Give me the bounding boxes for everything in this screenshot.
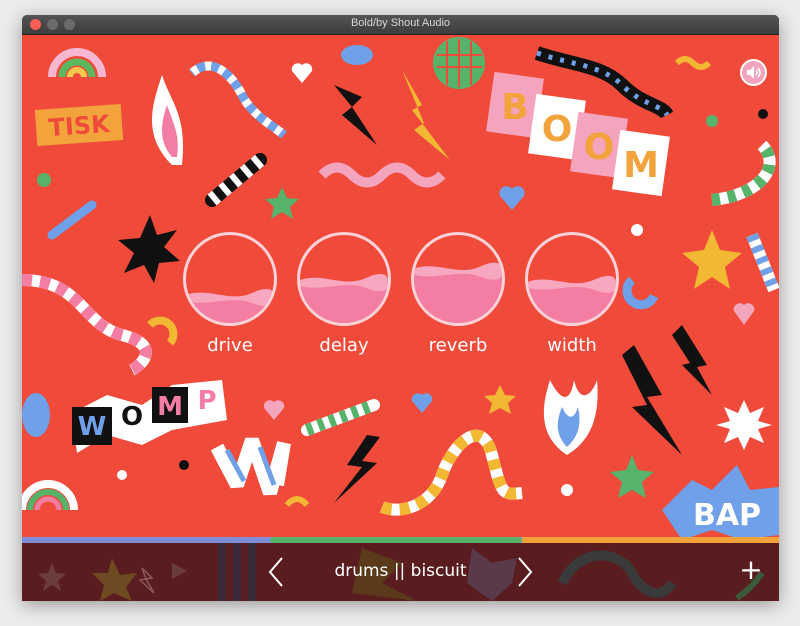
boom-letter: B <box>501 87 528 128</box>
star-sticker <box>610 455 654 498</box>
knob-label: drive <box>207 335 253 356</box>
knob-delay[interactable] <box>297 232 391 326</box>
splat-sticker <box>716 400 772 450</box>
womp-letter: P <box>197 386 216 416</box>
add-preset-button[interactable]: + <box>738 556 764 584</box>
title-bar: Bold/by Shout Audio <box>22 15 779 35</box>
wave-sticker <box>318 162 446 188</box>
sticker-decorations: TISK B O O M W O M P BAP <box>22 37 779 540</box>
sticker-canvas: TISK B O O M W O M P BAP drive delay rev… <box>22 35 779 541</box>
knob-label: delay <box>319 335 369 356</box>
womp-letter: W <box>78 412 107 442</box>
plugin-window: Bold/by Shout Audio TISK B O O M W O M P… <box>22 15 779 601</box>
window-title: Bold/by Shout Audio <box>350 17 451 29</box>
rainbow-sticker <box>48 48 106 78</box>
star-sticker <box>265 187 299 219</box>
heart-sticker <box>733 303 755 325</box>
speaker-button[interactable] <box>740 59 767 86</box>
knob-wave-front <box>528 286 616 323</box>
knob-fill <box>414 262 502 323</box>
knob-label: width <box>547 335 597 356</box>
womp-letter: M <box>157 392 183 422</box>
tisk-sticker: TISK <box>34 104 124 146</box>
bolt-sticker <box>622 345 682 455</box>
ribbon-sticker <box>210 437 291 496</box>
heart-sticker <box>411 393 433 413</box>
bolt-sticker <box>334 85 377 145</box>
heart-sticker <box>263 400 285 420</box>
bolt-sticker <box>334 435 380 503</box>
next-preset-button[interactable] <box>511 555 539 589</box>
boom-sticker: B O O M <box>486 71 670 197</box>
knob-fill <box>528 275 616 323</box>
preset-bar: drums || biscuit + <box>22 543 779 601</box>
rainbow-sticker <box>22 480 78 511</box>
squiggle-sticker <box>674 56 712 70</box>
knob-wave-front <box>300 285 388 323</box>
womp-sticker: W O M P <box>72 380 227 453</box>
worm-sticker <box>379 429 523 516</box>
star-sticker <box>682 230 742 289</box>
knob-fill <box>186 289 274 323</box>
heart-sticker <box>291 63 313 83</box>
star-sticker <box>484 385 516 414</box>
boom-letter: M <box>623 145 659 186</box>
knob-fill <box>300 274 388 323</box>
preset-name[interactable]: drums || biscuit <box>22 561 779 581</box>
knob-drive[interactable] <box>183 232 277 326</box>
boom-letter: O <box>584 127 615 168</box>
black-star-sticker <box>118 215 180 283</box>
tisk-text: TISK <box>48 110 112 142</box>
bap-text: BAP <box>693 498 761 533</box>
worm-sticker <box>22 274 152 376</box>
boom-letter: O <box>542 109 573 150</box>
horseshoe-sticker <box>622 276 659 310</box>
bap-sticker: BAP <box>662 465 779 540</box>
knob-width[interactable] <box>525 232 619 326</box>
chevron-right-icon <box>518 557 533 587</box>
knob-wave-front <box>414 273 502 323</box>
knob-label: reverb <box>428 335 488 356</box>
knob-reverb[interactable] <box>411 232 505 326</box>
heart-sticker <box>499 186 525 210</box>
blob-sticker <box>341 45 373 65</box>
checker-sticker <box>22 393 50 437</box>
speaker-icon <box>747 66 761 79</box>
womp-letter: O <box>121 402 143 432</box>
